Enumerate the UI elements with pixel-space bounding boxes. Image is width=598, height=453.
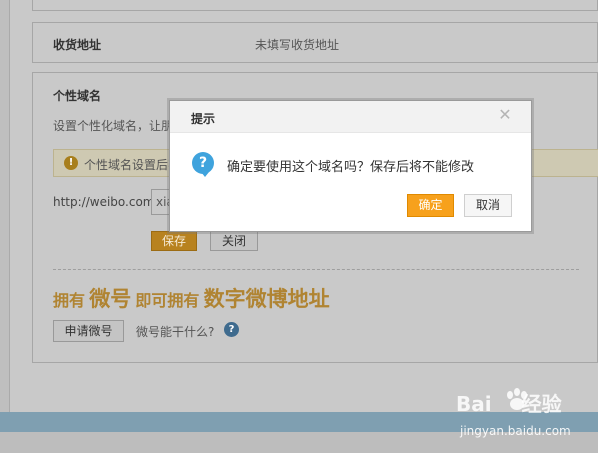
- promo-part-2: 微号: [89, 287, 132, 311]
- custom-domain-description: 设置个性化域名，让朋: [53, 119, 174, 133]
- dialog-header: 提示 ✕: [170, 101, 531, 133]
- promo-part-1: 拥有: [53, 291, 86, 310]
- exclamation-circle-icon: !: [64, 156, 78, 170]
- domain-url-prefix: http://weibo.com/: [53, 195, 159, 209]
- question-bubble-tail: [201, 172, 209, 177]
- weihao-promo-text: 拥有 微号 即可拥有 数字微博地址: [53, 283, 330, 313]
- apply-weihao-button[interactable]: 申请微号: [53, 320, 124, 342]
- paw-icon: [507, 388, 527, 410]
- question-circle-icon[interactable]: ?: [224, 322, 239, 337]
- top-card-edge: [32, 0, 598, 11]
- weihao-info-link[interactable]: 微号能干什么?: [136, 323, 214, 340]
- close-button[interactable]: 关闭: [210, 231, 258, 251]
- custom-domain-title: 个性域名: [53, 89, 102, 103]
- confirm-button[interactable]: 确定: [407, 194, 454, 217]
- baidu-jingyan-watermark: Bai 经验 jingyan.baidu.com: [456, 388, 598, 450]
- question-bubble-icon: ?: [192, 152, 214, 174]
- close-icon[interactable]: ✕: [497, 107, 513, 123]
- promo-part-3: 即可拥有: [135, 291, 200, 310]
- confirm-dialog: 提示 ✕ ? 确定要使用这个域名吗？保存后将不能修改 确定 取消: [169, 100, 532, 232]
- dialog-title: 提示: [191, 112, 216, 126]
- section-divider: [53, 269, 579, 270]
- save-button[interactable]: 保存: [151, 231, 197, 251]
- shipping-address-row: 收货地址 未填写收货地址: [32, 22, 598, 63]
- left-gutter: [0, 0, 10, 412]
- dialog-message: 确定要使用这个域名吗？保存后将不能修改: [227, 160, 475, 175]
- domain-warning-text: 个性域名设置后不: [84, 158, 181, 172]
- watermark-brand-left: Bai: [456, 392, 492, 416]
- promo-part-4: 数字微博地址: [203, 287, 330, 311]
- shipping-address-label: 收货地址: [53, 38, 102, 52]
- watermark-url: jingyan.baidu.com: [460, 424, 571, 438]
- shipping-address-value: 未填写收货地址: [255, 38, 340, 52]
- cancel-button[interactable]: 取消: [464, 194, 512, 217]
